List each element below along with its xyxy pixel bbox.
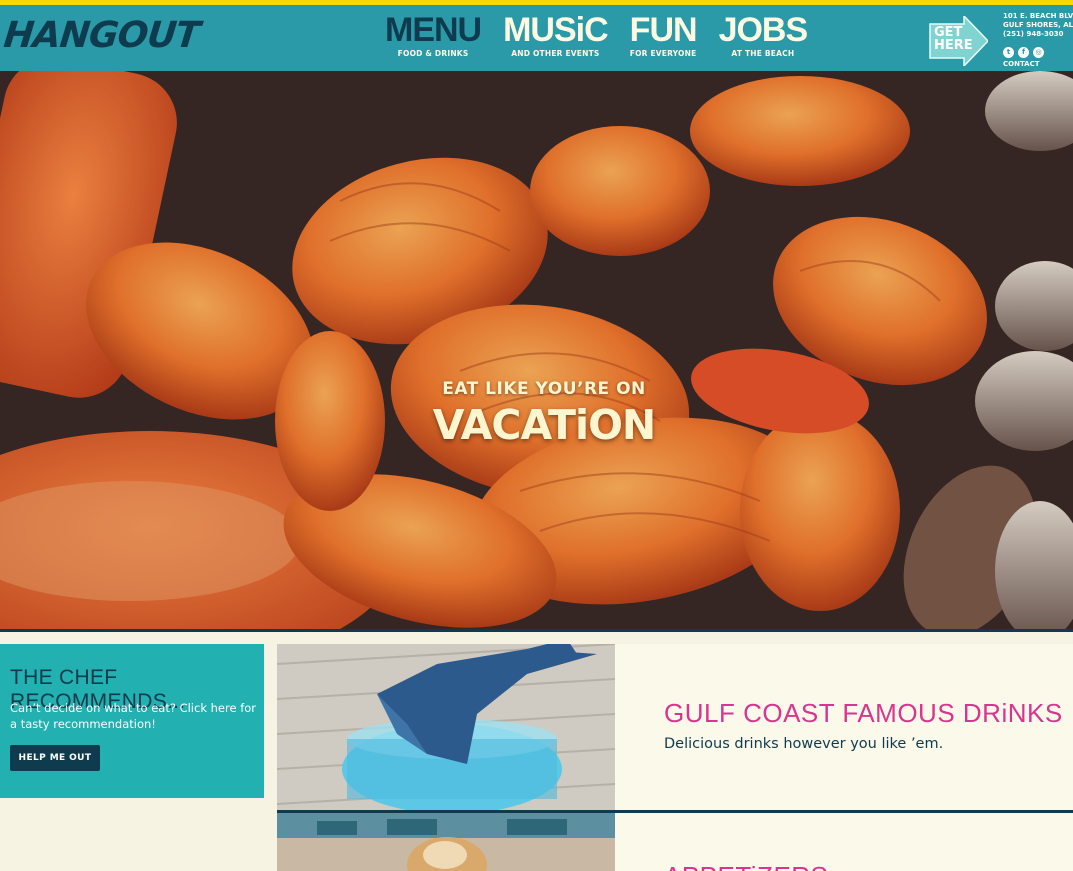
twitter-icon[interactable]: t <box>1003 47 1014 58</box>
nav-item-fun[interactable]: FUN FOR EVERYONE <box>629 11 698 58</box>
nav-item-menu[interactable]: MENU FOOD & DRINKS <box>385 11 482 58</box>
address-block: 101 E. BEACH BLVD GULF SHORES, AL (251) … <box>1003 12 1073 39</box>
appetizers-image <box>277 813 615 871</box>
drinks-card: GULF COAST FAMOUS DRiNKS Delicious drink… <box>615 644 1073 810</box>
appetizers-card: APPETiZERS <box>615 813 1073 871</box>
hangout-logo[interactable]: HANGOUT <box>2 15 201 56</box>
hero-title: VACATiON <box>432 401 657 449</box>
seafood-photo <box>0 71 1073 629</box>
shark-drink-image <box>277 644 615 810</box>
get-here-button[interactable]: GET HERE <box>928 16 988 66</box>
drinks-title[interactable]: GULF COAST FAMOUS DRiNKS <box>664 698 1063 729</box>
nav-subtitle: AT THE BEACH <box>731 49 795 58</box>
phone-number[interactable]: (251) 948-3030 <box>1003 30 1073 39</box>
nav-title: JOBS <box>718 11 809 49</box>
hero-banner: EAT LIKE YOU’RE ON VACATiON <box>0 71 1073 629</box>
nav-title: MUSiC <box>503 11 609 49</box>
contact-link[interactable]: CONTACT <box>1003 60 1040 68</box>
instagram-icon[interactable]: ◎ <box>1033 47 1044 58</box>
facebook-icon[interactable]: f <box>1018 47 1029 58</box>
chef-recommends-panel: THE CHEF RECOMMENDS... Can’t decide on w… <box>0 644 264 798</box>
appetizers-photo[interactable] <box>277 813 615 871</box>
hero-kicker: EAT LIKE YOU’RE ON <box>442 379 646 399</box>
main-nav: MENU FOOD & DRINKS MUSiC AND OTHER EVENT… <box>385 13 829 58</box>
drinks-photo[interactable] <box>277 644 615 810</box>
nav-subtitle: AND OTHER EVENTS <box>511 49 600 58</box>
nav-title: MENU <box>385 11 482 49</box>
chef-description[interactable]: Can’t decide on what to eat? Click here … <box>10 700 260 732</box>
address-line: 101 E. BEACH BLVD <box>1003 12 1073 20</box>
drinks-description: Delicious drinks however you like ’em. <box>664 736 944 752</box>
appetizers-title[interactable]: APPETiZERS <box>664 861 828 871</box>
social-links: t f ◎ <box>1003 47 1048 58</box>
help-me-out-button[interactable]: HELP ME OUT <box>10 745 100 771</box>
site-header: HANGOUT MENU FOOD & DRINKS MUSiC AND OTH… <box>0 5 1073 71</box>
address-line: GULF SHORES, AL <box>1003 21 1073 29</box>
nav-item-music[interactable]: MUSiC AND OTHER EVENTS <box>503 11 609 58</box>
nav-subtitle: FOR EVERYONE <box>629 49 697 58</box>
nav-title: FUN <box>629 11 698 49</box>
get-here-label: GET HERE <box>934 25 973 53</box>
nav-item-jobs[interactable]: JOBS AT THE BEACH <box>718 11 809 58</box>
nav-subtitle: FOOD & DRINKS <box>397 49 469 58</box>
